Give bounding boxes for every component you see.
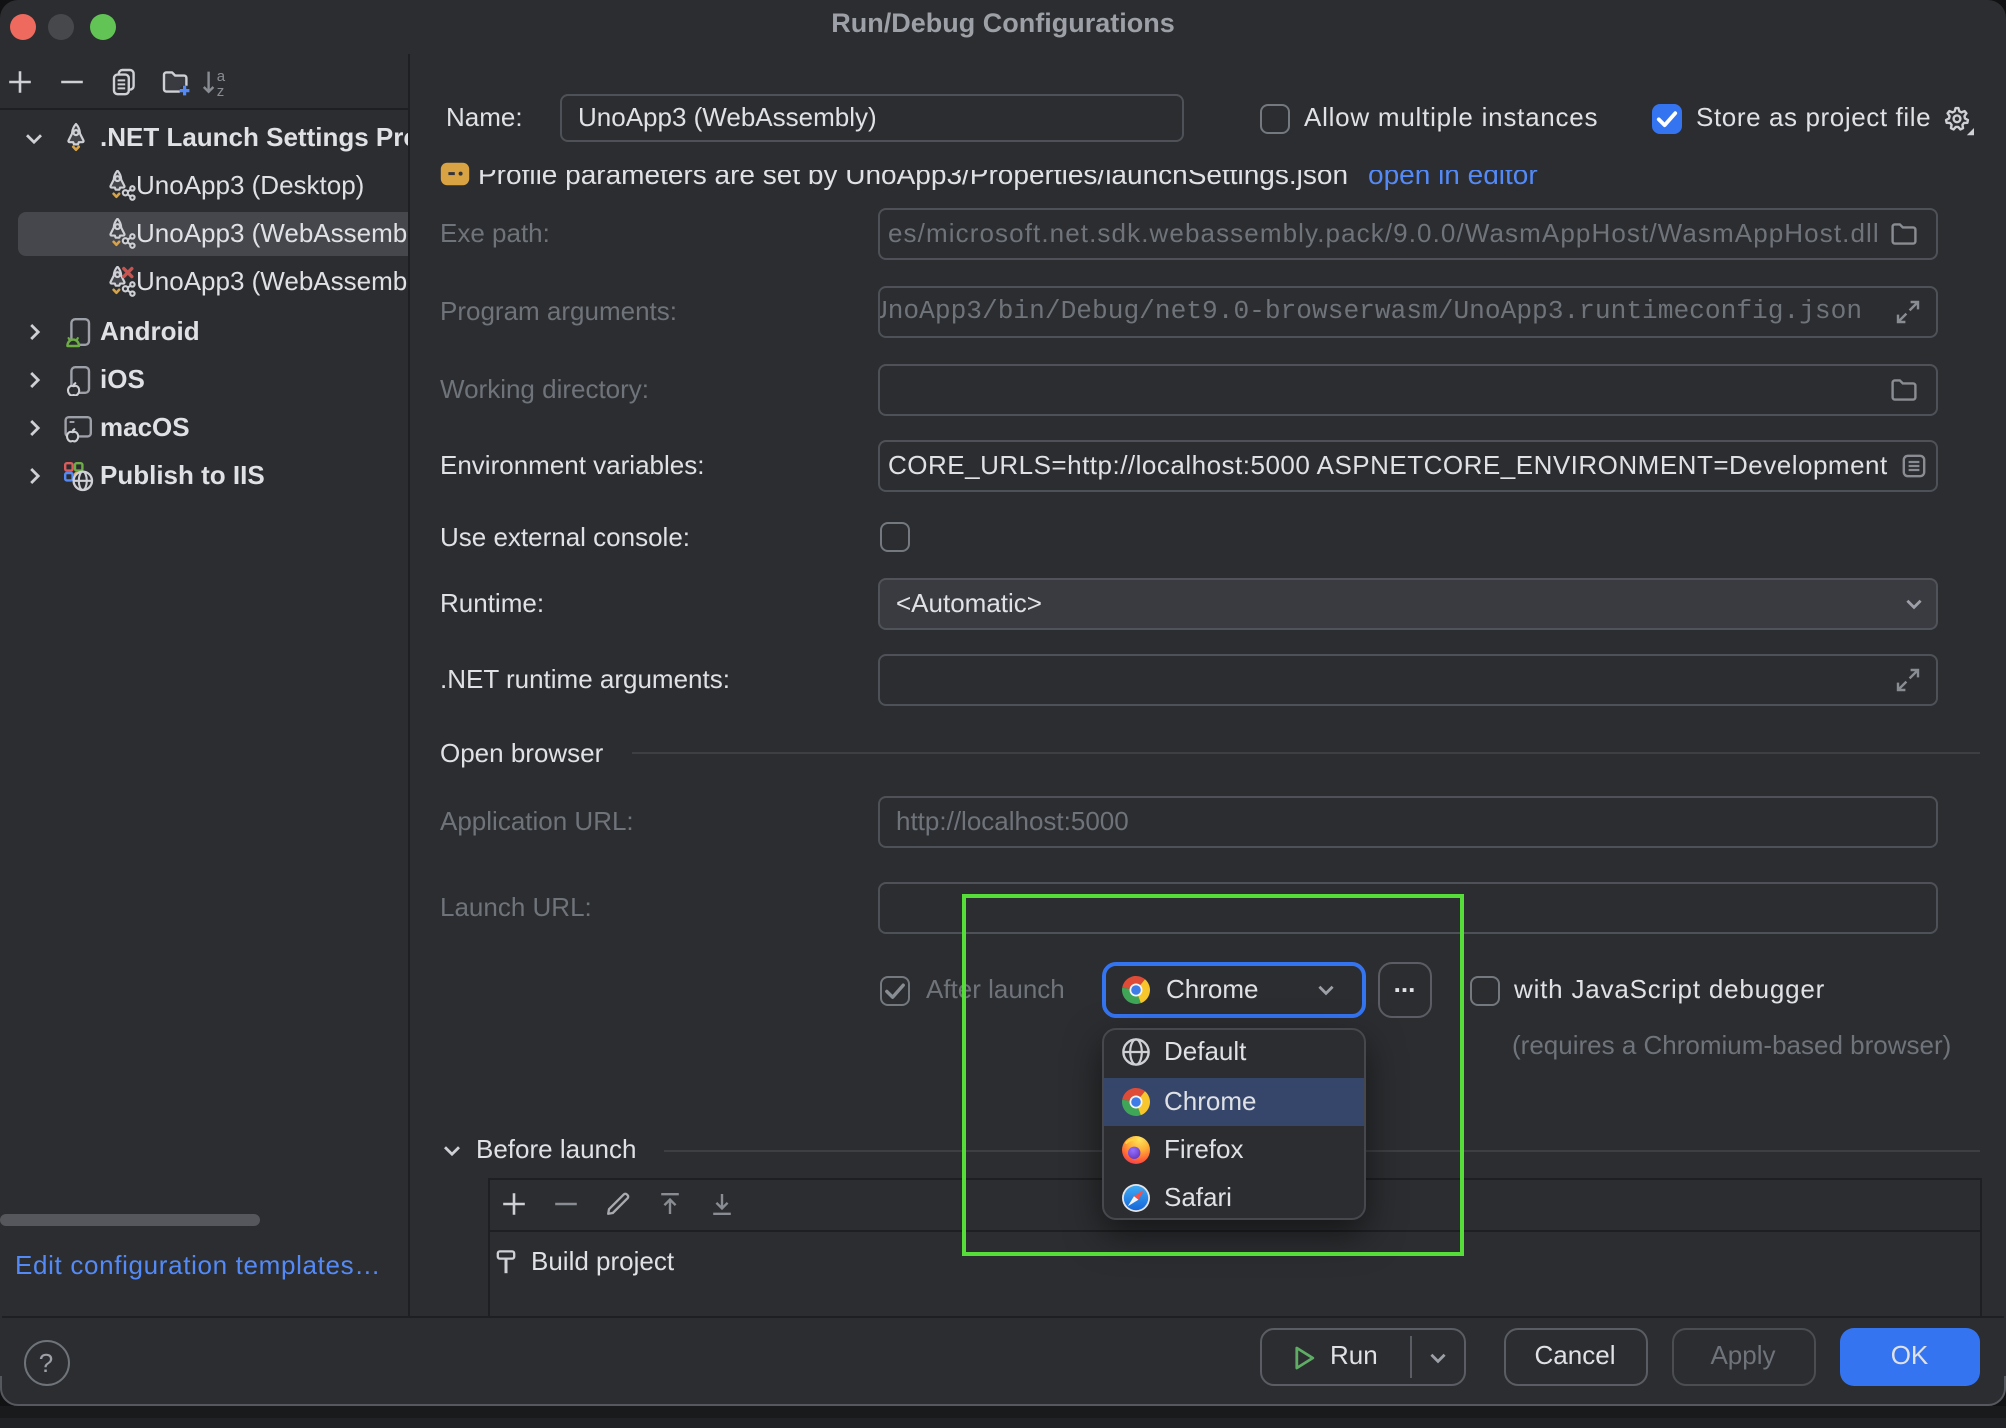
svg-text:z: z — [216, 82, 224, 97]
